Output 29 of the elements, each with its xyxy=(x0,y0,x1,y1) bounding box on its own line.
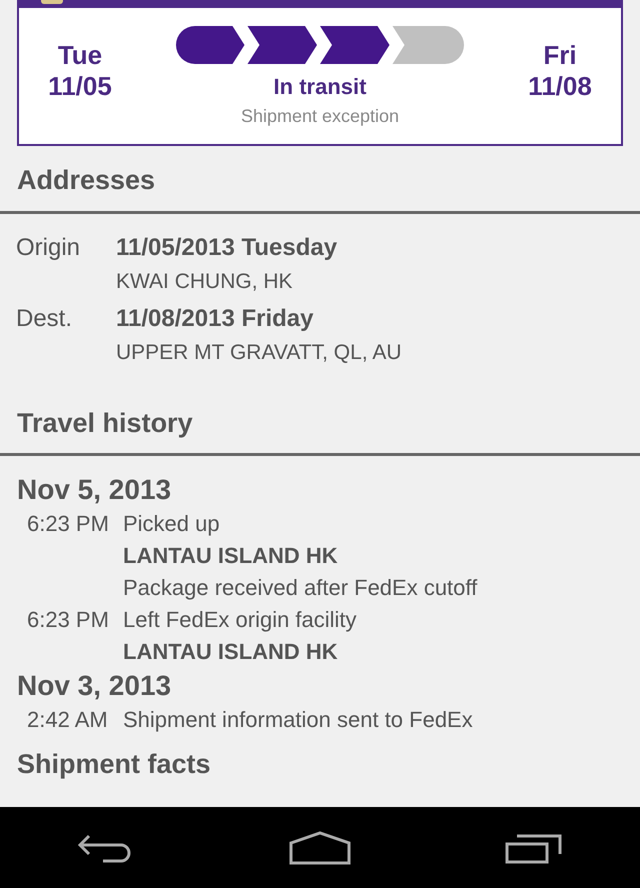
event-description: Package received after FedEx cutoff xyxy=(123,574,478,602)
section-heading: Travel history xyxy=(16,406,194,440)
history-date: Nov 5, 2013 xyxy=(16,473,172,507)
end-day: Fri xyxy=(515,40,605,71)
event-time: 2:42 AM xyxy=(26,706,109,734)
address-label: Origin xyxy=(16,232,82,262)
start-date: 11/05 xyxy=(47,71,113,102)
package-icon xyxy=(41,0,63,4)
section-heading: Addresses xyxy=(16,164,156,197)
start-day: Tue xyxy=(35,40,125,71)
address-place: KWAI CHUNG, HK xyxy=(116,268,294,294)
substatus-text: Shipment exception xyxy=(240,105,400,128)
event-description: Picked up xyxy=(123,510,221,538)
section-heading: Shipment facts xyxy=(16,748,212,781)
event-description: Shipment information sent to FedEx xyxy=(123,706,473,734)
address-date: 11/08/2013 Friday xyxy=(116,304,314,334)
address-place: UPPER MT GRAVATT, QL, AU xyxy=(116,340,402,366)
event-description: Left FedEx origin facility xyxy=(123,606,357,634)
recent-apps-icon[interactable] xyxy=(505,832,563,864)
address-date: 11/05/2013 Tuesday xyxy=(116,232,338,262)
status-text: In transit xyxy=(274,73,366,101)
event-time: 6:23 PM xyxy=(26,606,110,634)
history-date: Nov 3, 2013 xyxy=(16,669,172,703)
end-date: 11/08 xyxy=(527,71,593,102)
event-location: LANTAU ISLAND HK xyxy=(123,542,339,570)
event-time: 6:23 PM xyxy=(26,510,110,538)
address-label: Dest. xyxy=(16,304,74,334)
home-icon[interactable] xyxy=(289,830,351,864)
event-location: LANTAU ISLAND HK xyxy=(123,638,339,666)
